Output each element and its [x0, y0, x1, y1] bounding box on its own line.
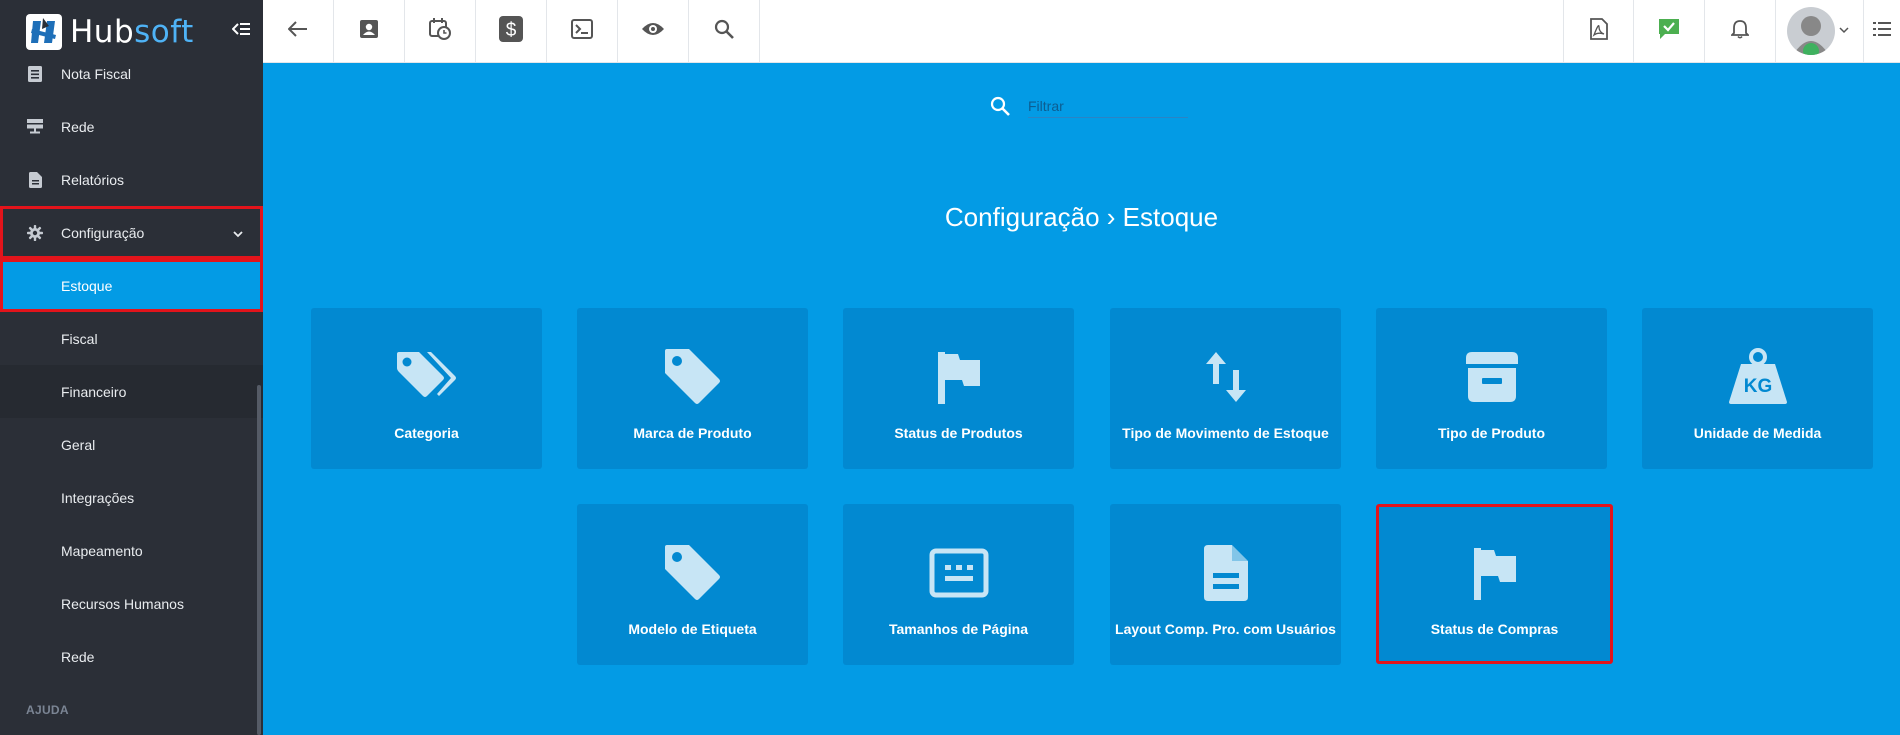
sidebar-subitem-financeiro[interactable]: Financeiro [0, 365, 263, 418]
pdf-icon [1589, 17, 1608, 45]
swap-vertical-icon [1193, 344, 1259, 410]
search-icon [714, 19, 734, 44]
tag-icon [660, 540, 726, 606]
collapse-sidebar-icon[interactable] [230, 18, 252, 40]
sidebar-item-label: Relatórios [61, 171, 125, 188]
card-status-de-produtos[interactable]: Status de Produtos [843, 308, 1074, 469]
box-icon [1459, 344, 1525, 410]
sidebar-item-relatorios[interactable]: Relatórios [0, 153, 263, 206]
calendar-clock-icon [429, 17, 451, 45]
document-list-icon [27, 65, 43, 82]
section-label-ajuda: AJUDA [26, 702, 69, 717]
card-tipo-movimento-estoque[interactable]: Tipo de Movimento de Estoque [1110, 308, 1341, 469]
menu-button[interactable] [1863, 0, 1900, 62]
card-label: Tipo de Movimento de Estoque [1122, 425, 1329, 441]
sidebar-subitem-estoque[interactable]: Estoque [0, 259, 263, 312]
page-size-icon [926, 540, 992, 606]
document-icon [1193, 540, 1259, 606]
svg-text:$: $ [506, 20, 517, 41]
server-icon [27, 119, 43, 135]
sidebar-subitem-geral[interactable]: Geral [0, 418, 263, 471]
contacts-button[interactable] [334, 0, 405, 62]
sidebar-item-label: Nota Fiscal [61, 65, 132, 82]
sidebar-subitem-recursos-humanos[interactable]: Recursos Humanos [0, 577, 263, 630]
card-label: Modelo de Etiqueta [628, 621, 757, 637]
flag-icon [926, 344, 992, 410]
svg-text:KG: KG [1743, 376, 1772, 397]
card-unidade-de-medida[interactable]: KG Unidade de Medida [1642, 308, 1873, 469]
sidebar-subitem-mapeamento[interactable]: Mapeamento [0, 524, 263, 577]
finance-button[interactable]: $ [476, 0, 547, 62]
sidebar: Nota Fiscal Rede Relatórios Configuração… [0, 0, 263, 735]
avatar[interactable] [1787, 7, 1835, 55]
card-tamanhos-de-pagina[interactable]: Tamanhos de Página [843, 504, 1074, 665]
messages-button[interactable] [1634, 0, 1705, 62]
terminal-button[interactable] [547, 0, 618, 62]
topbar: $ [263, 0, 1900, 63]
list-icon [1873, 21, 1891, 41]
search-icon [990, 96, 1010, 116]
sidebar-subitem-fiscal[interactable]: Fiscal [0, 312, 263, 365]
card-label: Marca de Produto [633, 425, 752, 441]
card-label: Unidade de Medida [1693, 425, 1822, 441]
contact-card-icon [359, 19, 379, 44]
card-label: Layout Comp. Pro. com Usuários [1115, 621, 1336, 637]
card-categoria[interactable]: Categoria [311, 308, 542, 469]
sidebar-scrollbar[interactable] [257, 385, 261, 735]
logo-icon [26, 13, 62, 50]
filter-bar [990, 92, 1200, 120]
card-label: Status de Produtos [894, 425, 1023, 441]
logo-bar: Hubsoft [0, 0, 263, 63]
sidebar-item-rede[interactable]: Rede [0, 100, 263, 153]
flag-icon [1462, 540, 1528, 606]
card-label: Tamanhos de Página [889, 621, 1028, 637]
page-title: Configuração › Estoque [944, 202, 1219, 232]
sidebar-item-label: Configuração [61, 224, 145, 241]
notifications-button[interactable] [1705, 0, 1776, 62]
sidebar-menu: Nota Fiscal Rede Relatórios Configuração… [0, 47, 263, 735]
card-layout-comp-pro[interactable]: Layout Comp. Pro. com Usuários [1110, 504, 1341, 665]
chat-check-icon [1658, 18, 1680, 45]
bell-icon [1729, 19, 1751, 44]
chevron-down-icon[interactable] [1837, 23, 1851, 37]
weight-kg-icon: KG [1725, 344, 1791, 410]
card-marca-de-produto[interactable]: Marca de Produto [577, 308, 808, 469]
card-label: Status de Compras [1430, 621, 1559, 637]
back-button[interactable] [263, 0, 334, 62]
terminal-icon [571, 18, 593, 44]
card-label: Categoria [394, 425, 459, 441]
sidebar-subitem-rede[interactable]: Rede [0, 630, 263, 683]
tags-icon [394, 344, 460, 410]
tag-icon [660, 344, 726, 410]
card-label: Tipo de Produto [1437, 425, 1546, 441]
dollar-icon: $ [499, 15, 523, 47]
eye-icon [641, 21, 665, 42]
sidebar-subitem-integracoes[interactable]: Integrações [0, 471, 263, 524]
card-modelo-de-etiqueta[interactable]: Modelo de Etiqueta [577, 504, 808, 665]
report-icon [27, 171, 43, 188]
filter-input[interactable] [1028, 94, 1188, 118]
card-status-de-compras[interactable]: Status de Compras [1376, 504, 1613, 664]
schedule-button[interactable] [405, 0, 476, 62]
chevron-down-icon [232, 227, 244, 239]
view-button[interactable] [618, 0, 689, 62]
app-logo-text: Hubsoft [70, 13, 194, 50]
pdf-button[interactable] [1563, 0, 1634, 62]
card-tipo-de-produto[interactable]: Tipo de Produto [1376, 308, 1607, 469]
sidebar-item-label: Rede [61, 118, 95, 135]
back-arrow-icon [287, 20, 308, 42]
sidebar-item-configuracao[interactable]: Configuração [0, 206, 263, 259]
search-button[interactable] [689, 0, 760, 62]
gear-icon [27, 224, 43, 241]
